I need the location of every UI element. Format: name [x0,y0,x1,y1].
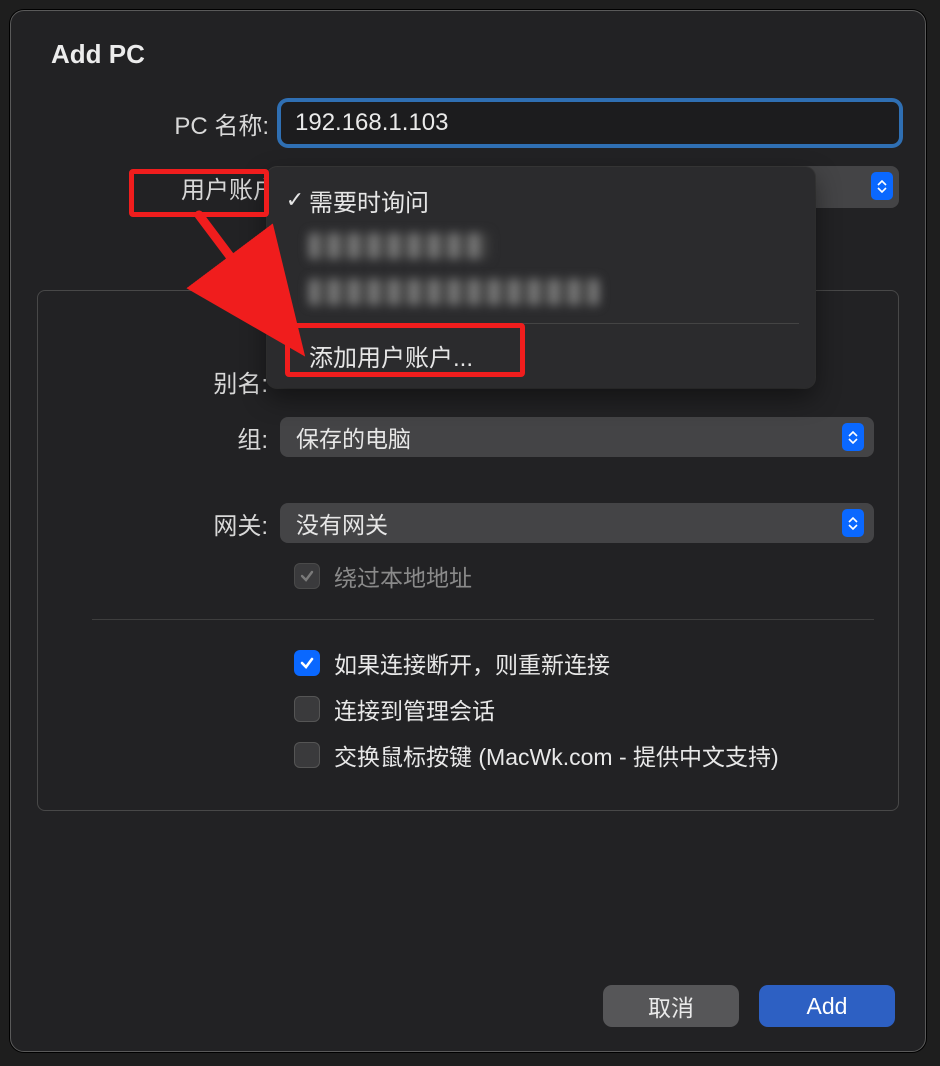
gateway-row: 网关: 没有网关 [62,503,874,543]
dropdown-item-label: 添加用户账户... [309,338,473,373]
dialog-footer: 取消 Add [603,985,895,1027]
group-select[interactable]: 保存的电脑 [280,417,874,457]
admin-session-checkbox[interactable] [294,696,320,722]
group-label: 组: [62,420,280,455]
dropdown-item-label: 需要时询问 [309,183,429,218]
pc-name-label: PC 名称: [37,106,281,141]
dropdown-item-redacted-2[interactable] [267,269,815,315]
pc-name-row: PC 名称: [37,102,899,144]
dropdown-separator [283,323,799,324]
add-pc-dialog: Add PC PC 名称: 用户账户 常 别名: 组: 保存的电脑 [10,10,926,1052]
check-icon: ✓ [281,187,309,213]
gateway-label: 网关: [62,506,280,541]
pc-name-input[interactable] [281,102,899,144]
redacted-text [309,233,489,259]
alias-label: 别名: [62,364,280,399]
dropdown-item-add-user[interactable]: 添加用户账户... [267,332,815,378]
updown-icon [871,172,893,200]
admin-session-label: 连接到管理会话 [334,692,495,726]
swap-mouse-label: 交换鼠标按键 (MacWk.com - 提供中文支持) [334,738,779,772]
admin-session-row: 连接到管理会话 [62,692,874,726]
user-account-dropdown: ✓ 需要时询问 添加用户账户... [267,167,815,388]
gateway-value: 没有网关 [296,506,388,540]
section-divider [92,619,874,620]
group-row: 组: 保存的电脑 [62,417,874,457]
redacted-text [309,279,599,305]
updown-icon [842,423,864,451]
bypass-local-label: 绕过本地地址 [334,559,472,593]
dialog-title: Add PC [51,39,899,70]
reconnect-row: 如果连接断开，则重新连接 [62,646,874,680]
swap-mouse-checkbox[interactable] [294,742,320,768]
reconnect-checkbox[interactable] [294,650,320,676]
cancel-button[interactable]: 取消 [603,985,739,1027]
updown-icon [842,509,864,537]
add-button[interactable]: Add [759,985,895,1027]
dropdown-item-redacted-1[interactable] [267,223,815,269]
user-account-label: 用户账户 [37,170,281,205]
bypass-local-row: 绕过本地地址 [62,559,874,593]
dropdown-item-ask[interactable]: ✓ 需要时询问 [267,177,815,223]
gateway-select[interactable]: 没有网关 [280,503,874,543]
group-value: 保存的电脑 [296,420,411,454]
reconnect-label: 如果连接断开，则重新连接 [334,646,610,680]
swap-mouse-row: 交换鼠标按键 (MacWk.com - 提供中文支持) [62,738,874,772]
bypass-local-checkbox [294,563,320,589]
